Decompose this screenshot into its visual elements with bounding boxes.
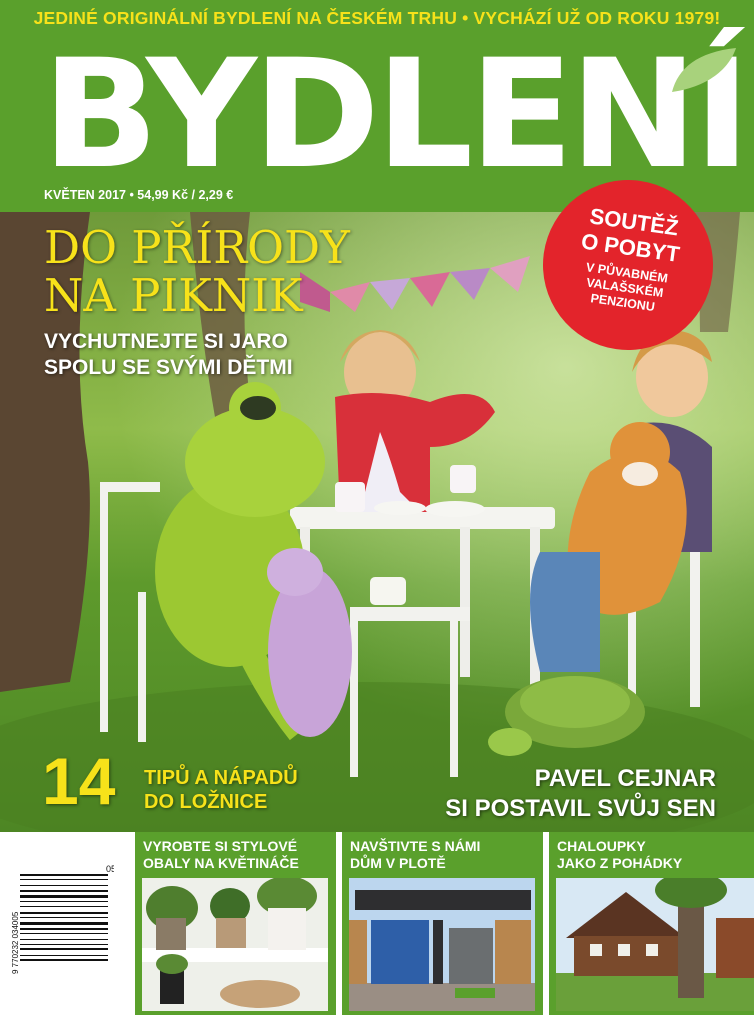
barcode-digits: 9 770232 034005: [11, 911, 20, 974]
teaser-3-image: [556, 878, 754, 1011]
headline-sub-1: VYCHUTNEJTE SI JARO: [44, 330, 288, 353]
teaser-3: CHALOUPKY JAKO Z POHÁDKY: [549, 832, 754, 1015]
teaser-1-line-1: VYROBTE SI STYLOVÉ: [143, 838, 298, 854]
leaf-logo-icon: [672, 48, 736, 92]
teaser-1: VYROBTE SI STYLOVÉ OBALY NA KVĚTINÁČE: [135, 832, 336, 1015]
issue-date-price: KVĚTEN 2017 • 54,99 Kč / 2,29 €: [44, 188, 234, 202]
teaser-3-line-1: CHALOUPKY: [557, 838, 646, 854]
tips-line-2: DO LOŽNICE: [144, 791, 268, 813]
headline-sub-2: SPOLU SE SVÝMI DĚTMI: [44, 356, 293, 379]
teaser-2-image: [349, 878, 535, 1011]
magazine-title: BYDLENÍ: [42, 28, 751, 202]
teaser-2-line-1: NAVŠTIVTE S NÁMI: [350, 838, 481, 854]
tips-line-1: TIPŮ A NÁPADŮ: [144, 767, 298, 789]
tips-text: TIPŮ A NÁPADŮ DO LOŽNICE: [144, 766, 298, 814]
headline-line-2: NA PIKNIK: [44, 269, 303, 322]
teaser-2: NAVŠTIVTE S NÁMI DŮM V PLOTĚ: [342, 832, 543, 1015]
barcode-issue-number: 05: [106, 864, 114, 874]
headline-line-1: DO PŘÍRODY: [44, 221, 350, 274]
teaser-1-image: [142, 878, 328, 1011]
teaser-1-line-2: OBALY NA KVĚTINÁČE: [143, 855, 299, 871]
teaser-1-title: VYROBTE SI STYLOVÉ OBALY NA KVĚTINÁČE: [143, 838, 299, 872]
teaser-3-title: CHALOUPKY JAKO Z POHÁDKY: [557, 838, 682, 872]
feature-line-1: PAVEL CEJNAR: [534, 765, 716, 792]
barcode: 05 9 770232 034005: [6, 858, 114, 978]
teaser-3-line-2: JAKO Z POHÁDKY: [557, 855, 683, 871]
feature-headline: PAVEL CEJNAR SI POSTAVIL SVŮJ SEN: [445, 764, 716, 824]
teaser-2-title: NAVŠTIVTE S NÁMI DŮM V PLOTĚ: [350, 838, 480, 872]
feature-line-2: SI POSTAVIL SVŮJ SEN: [445, 795, 716, 822]
teaser-2-line-2: DŮM V PLOTĚ: [350, 855, 446, 871]
tips-number: 14: [42, 744, 116, 818]
